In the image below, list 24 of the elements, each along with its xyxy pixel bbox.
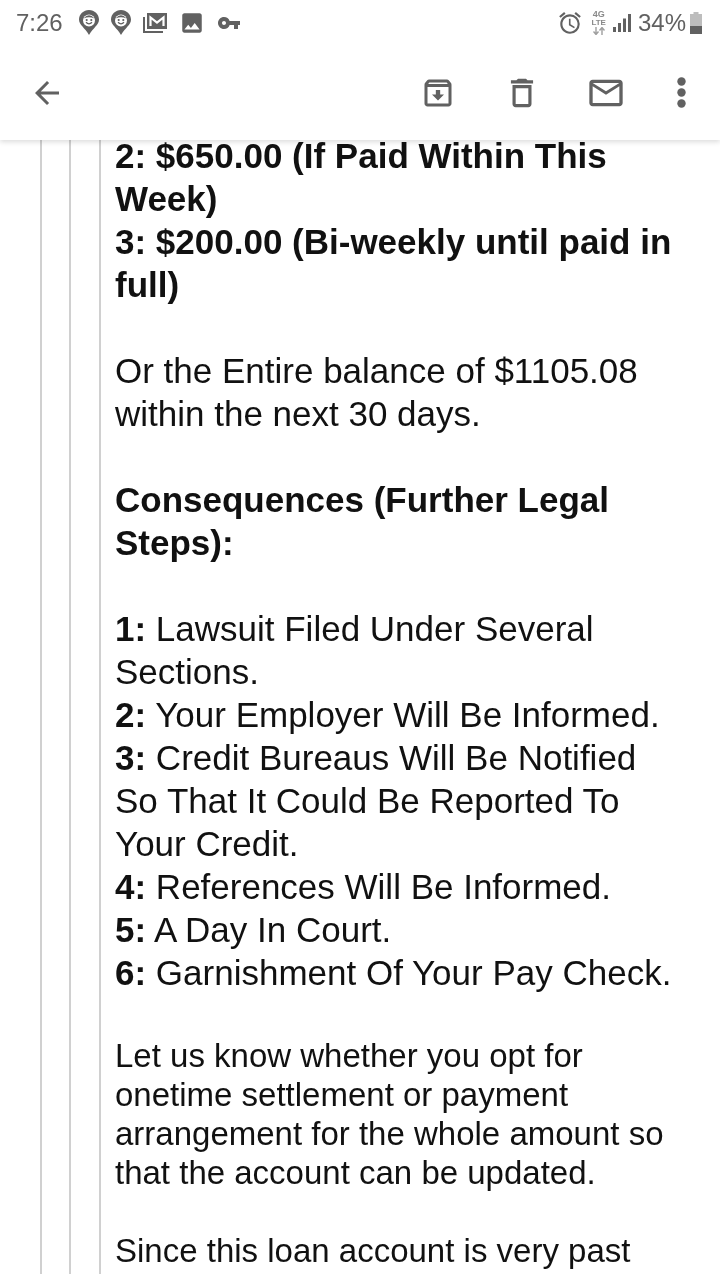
consequence-item: 1: Lawsuit Filed Under Several Sections.	[115, 608, 595, 693]
consequence-item: 6: Garnishment Of Your Pay Check.	[115, 952, 673, 994]
body-paragraph: Let us know whether you opt for onetime settlement or payment arrangement for the whole amount so that the account can be updated.	[115, 1036, 665, 1192]
consequences-heading: Consequences (Further Legal Steps):	[115, 479, 610, 564]
consequence-item: 3: Credit Bureaus Will Be Notified So That It Could Be Reported To Your Credit.	[115, 737, 638, 865]
more-options-icon	[676, 77, 686, 108]
network-label: LTE	[591, 19, 606, 27]
mail-stack-icon	[142, 12, 167, 33]
face-pin-icon	[110, 10, 131, 35]
alarm-clock-icon	[557, 9, 584, 36]
consequence-item: 2: Your Employer Will Be Informed.	[115, 694, 661, 736]
consequence-item: 4: References Will Be Informed.	[115, 866, 613, 908]
body-paragraph: Since this loan account is very past	[115, 1231, 632, 1270]
payment-option: 2: $650.00 (If Paid Within This Week)	[115, 140, 681, 220]
data-arrows-icon	[592, 27, 605, 35]
battery-percent: 34%	[637, 10, 686, 35]
status-time: 7:26	[16, 10, 63, 35]
balance-text: Or the Entire balance of $1105.08 within the next 30 days.	[115, 350, 639, 435]
signal-bars-icon	[612, 13, 632, 32]
consequence-item: 5: A Day In Court.	[115, 909, 393, 951]
battery-icon	[690, 11, 702, 34]
payment-option: 3: $200.00 (Bi-weekly until paid in full)	[115, 220, 681, 306]
network-generation: 4G	[592, 10, 605, 19]
face-pin-icon	[78, 10, 99, 35]
